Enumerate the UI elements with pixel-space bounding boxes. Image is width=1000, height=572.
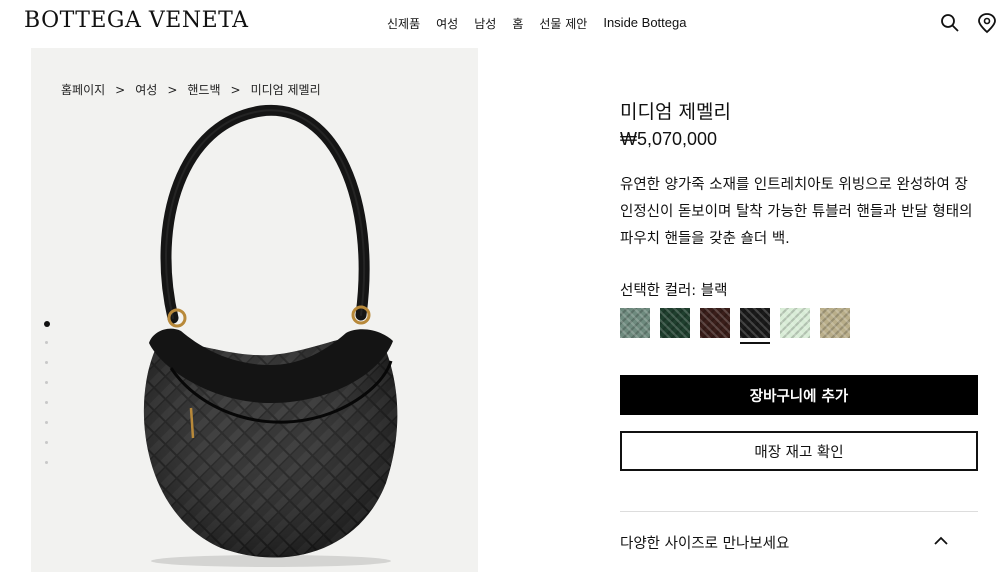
color-swatch-dark-green[interactable] — [660, 308, 690, 338]
breadcrumb-home[interactable]: 홈페이지 — [61, 83, 105, 97]
color-swatch-sage[interactable] — [620, 308, 650, 338]
gallery-dot-4[interactable] — [45, 381, 48, 384]
nav-item-home[interactable]: 홈 — [512, 15, 523, 32]
gallery-dot-6[interactable] — [45, 421, 48, 424]
chevron-up-icon[interactable] — [932, 532, 950, 550]
product-gallery[interactable]: 홈페이지 > 여성 > 핸드백 > 미디엄 제멜리 — [31, 48, 478, 572]
product-price: ₩5,070,000 — [620, 129, 718, 149]
gallery-dot-7[interactable] — [45, 441, 48, 444]
divider — [620, 511, 978, 512]
check-store-stock-button[interactable]: 매장 재고 확인 — [620, 431, 978, 471]
gallery-dot-2[interactable] — [45, 341, 48, 344]
nav-item-men[interactable]: 남성 — [474, 15, 496, 32]
main-nav: 신제품 여성 남성 홈 선물 제안 Inside Bottega — [387, 15, 702, 32]
accordion-label: 다양한 사이즈로 만나보세요 — [620, 536, 790, 552]
color-swatch-brown[interactable] — [700, 308, 730, 338]
nav-item-gifts[interactable]: 선물 제안 — [539, 15, 587, 32]
nav-item-new[interactable]: 신제품 — [387, 15, 420, 32]
gallery-dot-1[interactable] — [44, 321, 50, 327]
product-image[interactable] — [121, 93, 421, 568]
add-to-cart-button[interactable]: 장바구니에 추가 — [620, 375, 978, 415]
location-icon[interactable] — [976, 12, 1000, 34]
product-description: 유연한 양가죽 소재를 인트레치아토 위빙으로 완성하여 장인정신이 돋보이며 … — [620, 177, 973, 247]
product-title: 미디엄 제멜리 — [620, 101, 731, 123]
color-swatch-black[interactable] — [740, 308, 770, 344]
site-header: BOTTEGA VENETA 신제품 여성 남성 홈 선물 제안 Inside … — [0, 0, 1000, 46]
gallery-dot-3[interactable] — [45, 361, 48, 364]
brand-logo[interactable]: BOTTEGA VENETA — [24, 8, 249, 33]
nav-item-inside-bottega[interactable]: Inside Bottega — [603, 15, 686, 32]
gallery-dot-5[interactable] — [45, 401, 48, 404]
color-swatch-mint[interactable] — [780, 308, 810, 338]
sizes-accordion[interactable]: 다양한 사이즈로 만나보세요 — [620, 520, 978, 564]
color-swatches — [620, 308, 860, 344]
search-icon[interactable] — [940, 13, 960, 33]
selected-color-label: 선택한 컬러: 블랙 — [620, 283, 728, 299]
gallery-pagination — [44, 321, 50, 481]
color-swatch-beige[interactable] — [820, 308, 850, 338]
gallery-dot-8[interactable] — [45, 461, 48, 464]
nav-item-women[interactable]: 여성 — [436, 15, 458, 32]
